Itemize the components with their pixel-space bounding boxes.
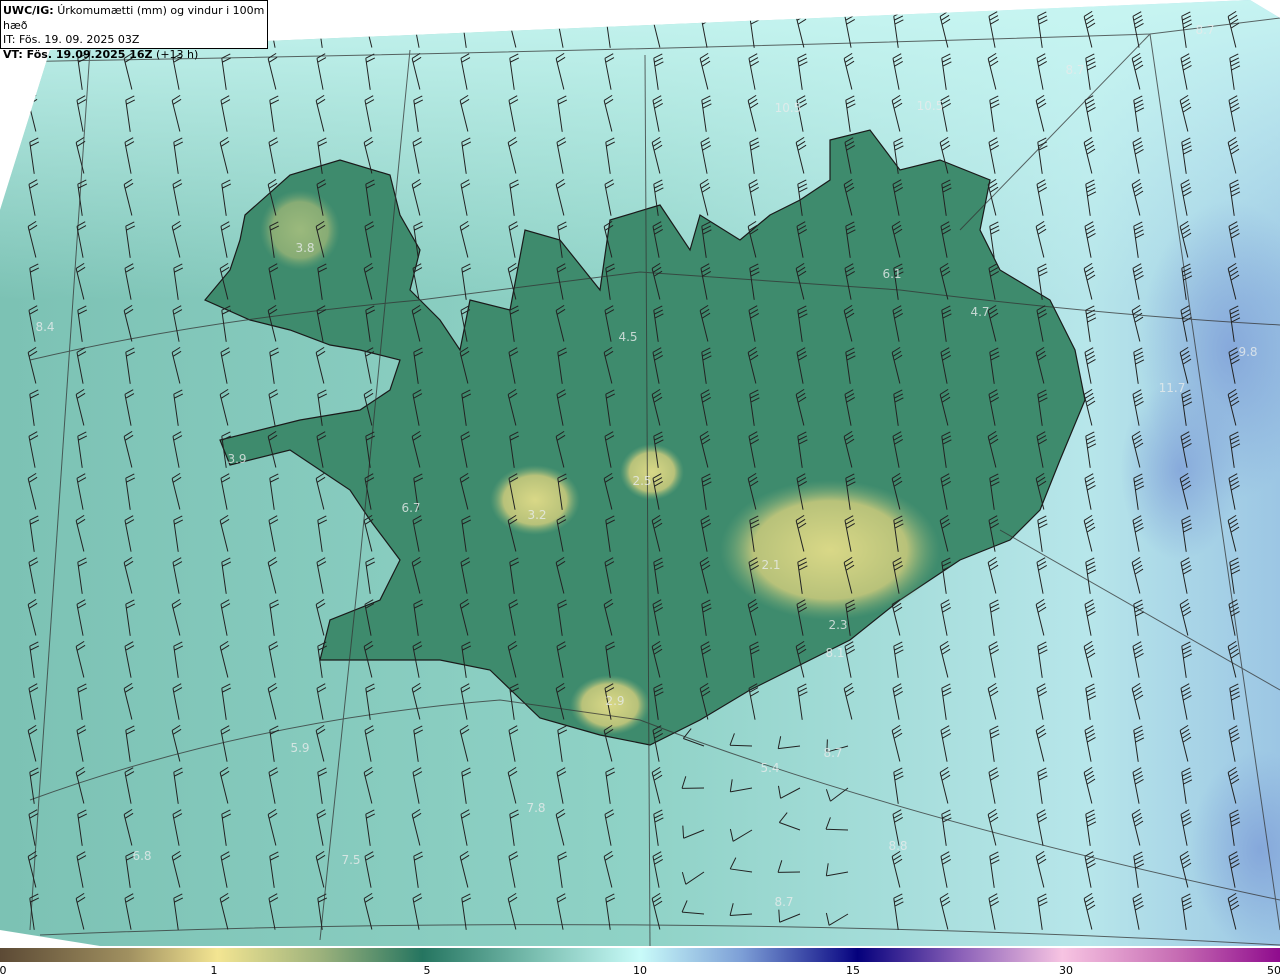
colorbar-tick: 1 — [210, 964, 218, 977]
glacier-vatnajokull — [720, 480, 940, 620]
value-label: 7.5 — [341, 853, 360, 867]
value-label: 8.4 — [35, 320, 54, 334]
init-time: IT: Fös. 19. 09. 2025 03Z — [3, 33, 140, 46]
value-label: 3.2 — [527, 508, 546, 522]
product-code: UWC/IG: — [3, 4, 54, 17]
value-label: 4.7 — [970, 305, 989, 319]
colorbar-tick: 10 — [633, 964, 647, 977]
value-label: 2.9 — [605, 694, 624, 708]
value-label: 6.7 — [401, 501, 420, 515]
colorbar — [0, 948, 1280, 962]
colorbar-tick: 5 — [423, 964, 431, 977]
value-label: 8.7 — [1065, 63, 1084, 77]
value-label: 5.4 — [760, 761, 779, 775]
value-label: 2.1 — [761, 558, 780, 572]
lead-time: (+13 h) — [156, 47, 199, 61]
value-label: 2.5 — [632, 474, 651, 488]
map-title-box: UWC/IG: Úrkomumætti (mm) og vindur i 100… — [0, 0, 268, 61]
value-label: 9.8 — [1238, 345, 1257, 359]
value-label: 3.8 — [295, 241, 314, 255]
value-label: 6.1 — [882, 267, 901, 281]
weather-map: 9.5 10.5 10.5 8.7 8.7 3.8 8.4 6.1 4.7 4.5 9.8 11.7 3… — [0, 0, 1280, 946]
value-label: 8.1 — [825, 646, 844, 660]
value-label: 10.5 — [917, 99, 944, 113]
value-label: 7.8 — [526, 801, 545, 815]
glacier-langjokull — [490, 465, 580, 535]
value-label: 10.5 — [775, 101, 802, 115]
colorbar-tick: 50 — [1267, 964, 1280, 977]
value-label: 4.5 — [618, 330, 637, 344]
value-label: 11.7 — [1159, 381, 1186, 395]
colorbar-tick: 15 — [846, 964, 860, 977]
value-label: 5.9 — [290, 741, 309, 755]
value-label: 9.5 — [480, 8, 499, 22]
colorbar-tick: 0 — [0, 964, 7, 977]
colorbar-tick: 30 — [1059, 964, 1073, 977]
value-label: 8.7 — [774, 895, 793, 909]
value-label: 3.9 — [227, 452, 246, 466]
glacier-hofsjokull — [620, 444, 684, 500]
value-label: 8.7 — [1195, 23, 1214, 37]
value-label: 8.7 — [823, 746, 842, 760]
value-label: 2.3 — [828, 618, 847, 632]
value-label: 6.8 — [132, 849, 151, 863]
valid-time: VT: Fös. 19.09.2025 16Z — [3, 47, 153, 61]
value-label: 8.8 — [888, 839, 907, 853]
colorbar-ticks: 0 1 5 10 15 30 50 — [0, 962, 1280, 978]
